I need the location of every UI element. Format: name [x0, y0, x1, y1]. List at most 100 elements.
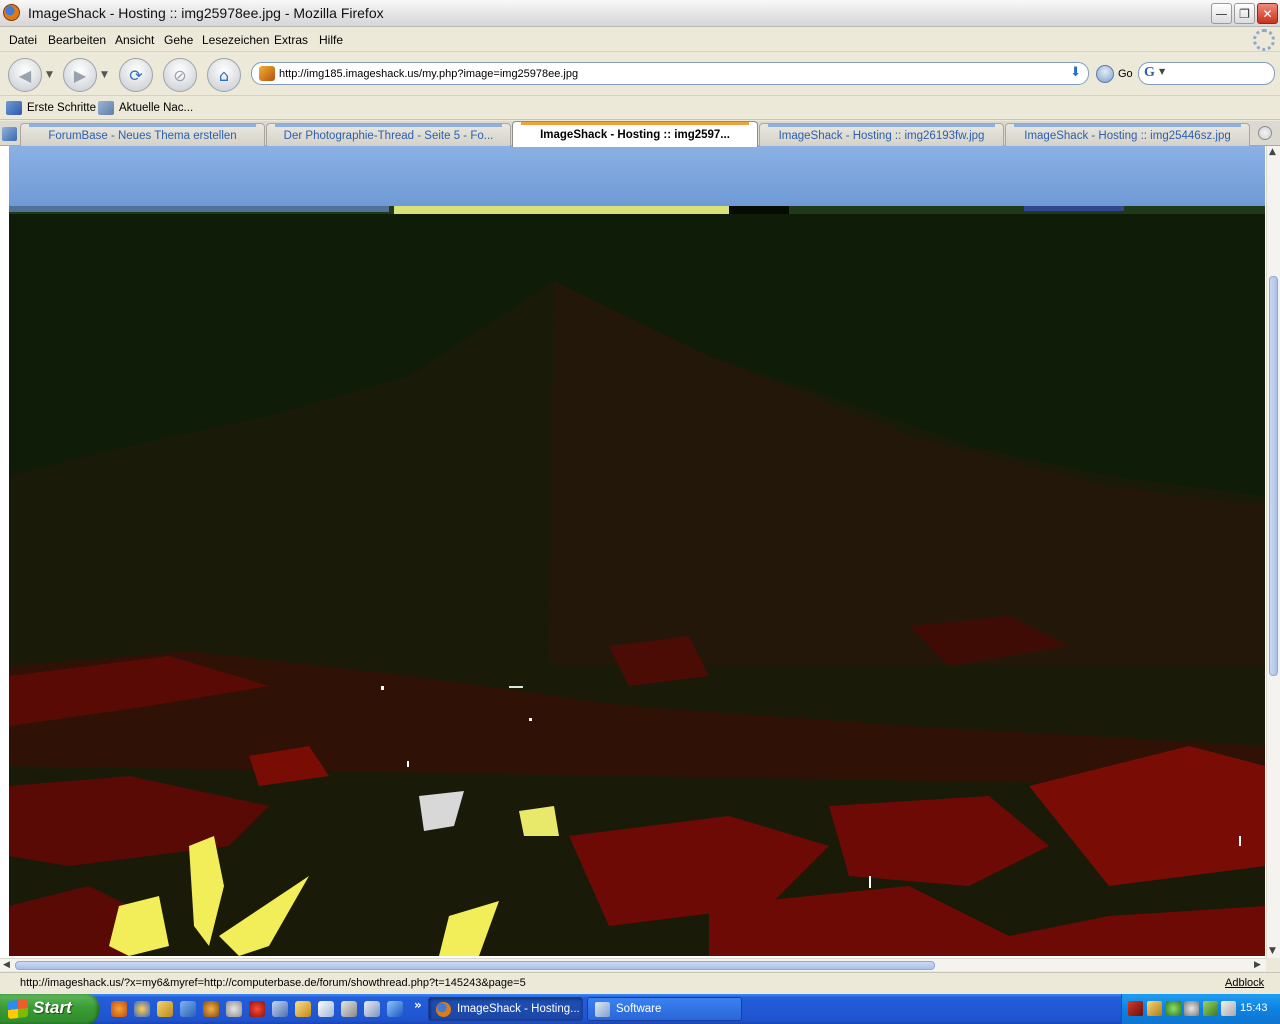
- menu-extras[interactable]: Extras: [274, 33, 308, 47]
- menu-bearbeiten[interactable]: Bearbeiten: [48, 33, 106, 47]
- search-box[interactable]: G ▼: [1138, 62, 1275, 85]
- horizontal-scrollbar[interactable]: ◀ ▶: [0, 958, 1266, 971]
- tab-forumbase[interactable]: ForumBase - Neues Thema erstellen: [20, 123, 265, 146]
- quicklaunch-more-button[interactable]: »: [414, 998, 422, 1012]
- restore-icon: ❐: [1239, 6, 1250, 21]
- bookmark-erste-schritte[interactable]: Erste Schritte: [6, 101, 96, 115]
- vertical-scroll-thumb[interactable]: [1269, 276, 1278, 676]
- home-icon: ⌂: [218, 65, 230, 85]
- bookmark-aktuelle-nachrichten[interactable]: Aktuelle Nac...: [98, 101, 193, 115]
- scroll-left-icon[interactable]: ◀: [3, 960, 10, 970]
- menu-datei[interactable]: Datei: [9, 33, 37, 47]
- adblock-button[interactable]: Adblock: [1225, 977, 1264, 989]
- tab-photographie-thread[interactable]: Der Photographie-Thread - Seite 5 - Fo..…: [266, 123, 511, 146]
- menu-hilfe[interactable]: Hilfe: [319, 33, 343, 47]
- navigation-toolbar: ◀ ▼ ▶ ▼ ⟳ ⊘ ⌂ ⬇ Go G ▼: [0, 53, 1280, 96]
- quicklaunch-record-icon[interactable]: [249, 1001, 265, 1017]
- engine-dropdown-icon[interactable]: ▼: [1159, 67, 1165, 76]
- firefox-icon: [436, 1002, 451, 1017]
- tab-strip: ForumBase - Neues Thema erstellen Der Ph…: [0, 121, 1280, 147]
- forward-history-dropdown[interactable]: ▼: [101, 70, 108, 80]
- window-title: ImageShack - Hosting :: img25978ee.jpg -…: [28, 5, 384, 21]
- photo-image: [9, 146, 1265, 956]
- go-icon[interactable]: [1096, 65, 1114, 83]
- quicklaunch-media-icon[interactable]: [203, 1001, 219, 1017]
- scroll-down-icon[interactable]: ▼: [1269, 946, 1276, 956]
- taskbar: Start » ImageShack - Hosting... Software…: [0, 994, 1280, 1024]
- quicklaunch-tools-icon[interactable]: [341, 1001, 357, 1017]
- back-button[interactable]: ◀: [8, 58, 42, 92]
- menu-gehe[interactable]: Gehe: [164, 33, 193, 47]
- close-icon: ✕: [1262, 6, 1273, 21]
- url-history-icon[interactable]: ⬇: [1070, 65, 1081, 80]
- page-content: [0, 146, 1280, 958]
- title-bar: ImageShack - Hosting :: img25978ee.jpg -…: [0, 0, 1280, 27]
- tray-battery-icon[interactable]: [1203, 1001, 1218, 1016]
- reload-button[interactable]: ⟳: [119, 58, 153, 92]
- tab-imageshack-2[interactable]: ImageShack - Hosting :: img26193fw.jpg: [759, 123, 1004, 146]
- tab-label: Der Photographie-Thread - Seite 5 - Fo..…: [283, 130, 494, 142]
- firefox-icon: [3, 4, 20, 21]
- tab-label: ImageShack - Hosting :: img2597...: [540, 129, 730, 141]
- tray-network-icon[interactable]: [1166, 1001, 1181, 1016]
- taskbar-window-firefox[interactable]: ImageShack - Hosting...: [428, 997, 583, 1021]
- start-button[interactable]: Start: [0, 994, 99, 1024]
- scroll-right-icon[interactable]: ▶: [1254, 960, 1261, 970]
- back-arrow-icon: ◀: [18, 65, 32, 85]
- horizontal-scroll-thumb[interactable]: [15, 961, 935, 970]
- address-bar[interactable]: ⬇: [251, 62, 1089, 85]
- throbber-icon: [1253, 29, 1275, 51]
- bookmark-label: Aktuelle Nac...: [119, 102, 194, 114]
- bookmarks-toolbar: Erste Schritte Aktuelle Nac...: [0, 96, 1280, 120]
- stop-button[interactable]: ⊘: [163, 58, 197, 92]
- close-tab-icon[interactable]: [1258, 126, 1272, 140]
- back-history-dropdown[interactable]: ▼: [46, 70, 53, 80]
- home-button[interactable]: ⌂: [207, 58, 241, 92]
- tray-monitor-icon[interactable]: [1221, 1001, 1236, 1016]
- quicklaunch-show-desktop-icon[interactable]: [387, 1001, 403, 1017]
- hosted-photo: [9, 146, 1265, 956]
- tab-imageshack-active[interactable]: ImageShack - Hosting :: img2597...: [512, 121, 758, 147]
- menu-lesezeichen[interactable]: Lesezeichen: [202, 33, 269, 47]
- menu-bar: Datei Bearbeiten Ansicht Gehe Lesezeiche…: [0, 28, 1280, 52]
- quicklaunch-browser-icon[interactable]: [134, 1001, 150, 1017]
- quicklaunch-app-icon[interactable]: [180, 1001, 196, 1017]
- maximize-button[interactable]: ❐: [1234, 3, 1255, 24]
- quicklaunch-hand-icon[interactable]: [318, 1001, 334, 1017]
- menu-ansicht[interactable]: Ansicht: [115, 33, 154, 47]
- status-bar: http://imageshack.us/?x=my6&myref=http:/…: [0, 972, 1280, 994]
- taskbar-window-software[interactable]: Software: [587, 997, 742, 1021]
- tray-security-icon[interactable]: [1128, 1001, 1143, 1016]
- site-favicon-icon: [259, 66, 275, 81]
- taskbar-window-label: Software: [616, 1003, 662, 1015]
- minimize-icon: —: [1215, 6, 1228, 21]
- quicklaunch-network-icon[interactable]: [364, 1001, 380, 1017]
- close-button[interactable]: ✕: [1257, 3, 1278, 24]
- start-label: Start: [33, 998, 72, 1017]
- google-icon[interactable]: G: [1144, 65, 1158, 81]
- taskbar-window-label: ImageShack - Hosting...: [457, 1003, 580, 1015]
- stop-icon: ⊘: [173, 65, 187, 85]
- system-tray: 15:43: [1121, 994, 1280, 1024]
- go-button[interactable]: Go: [1118, 68, 1133, 80]
- tab-label: ImageShack - Hosting :: img26193fw.jpg: [778, 130, 985, 142]
- tab-imageshack-3[interactable]: ImageShack - Hosting :: img25446sz.jpg: [1005, 123, 1250, 146]
- quicklaunch-window-icon[interactable]: [272, 1001, 288, 1017]
- tray-volume-icon[interactable]: [1184, 1001, 1199, 1016]
- vertical-scrollbar[interactable]: ▲ ▼: [1266, 146, 1280, 958]
- bookmark-page-icon: [6, 101, 22, 115]
- quicklaunch-disc-icon[interactable]: [226, 1001, 242, 1017]
- quicklaunch-tool-icon[interactable]: [157, 1001, 173, 1017]
- tray-tool-icon[interactable]: [1147, 1001, 1162, 1016]
- scroll-up-icon[interactable]: ▲: [1269, 147, 1276, 157]
- tab-list-icon[interactable]: [2, 127, 17, 141]
- bookmark-label: Erste Schritte: [27, 102, 97, 114]
- quicklaunch-pen-icon[interactable]: [295, 1001, 311, 1017]
- windows-logo-icon: [8, 998, 28, 1020]
- url-input[interactable]: [279, 65, 1059, 82]
- tab-label: ForumBase - Neues Thema erstellen: [48, 130, 237, 142]
- clock: 15:43: [1240, 1002, 1268, 1014]
- quicklaunch-firefox-icon[interactable]: [111, 1001, 127, 1017]
- minimize-button[interactable]: —: [1211, 3, 1232, 24]
- forward-button[interactable]: ▶: [63, 58, 97, 92]
